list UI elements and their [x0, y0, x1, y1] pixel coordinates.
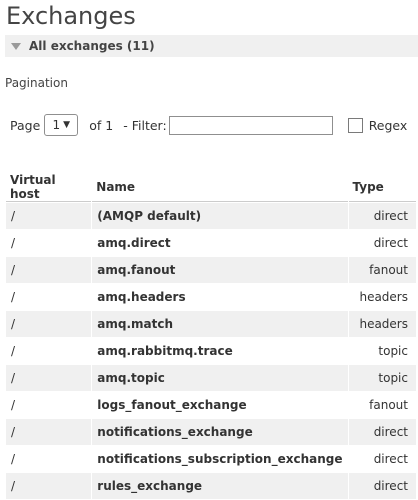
vhost-cell: /	[6, 392, 92, 418]
collapse-arrow-icon	[11, 42, 21, 50]
filter-input[interactable]	[168, 115, 333, 135]
page-count-label: of 1	[89, 117, 114, 133]
type-cell: fanout	[348, 257, 416, 283]
column-header-virtual-host[interactable]: Virtual host	[6, 173, 92, 202]
page-label: Page	[10, 117, 41, 133]
table-row[interactable]: / amq.rabbitmq.trace topic	[6, 338, 416, 364]
exchange-name-link[interactable]: amq.headers	[92, 284, 348, 310]
table-row[interactable]: / logs_fanout_exchange fanout	[6, 392, 416, 418]
table-row[interactable]: / (AMQP default) direct	[6, 203, 416, 229]
table-header-row: Virtual host Name Type	[6, 173, 416, 202]
exchanges-table: Virtual host Name Type / (AMQP default) di…	[5, 172, 417, 500]
page-title: Exchanges	[6, 2, 136, 30]
exchange-name-link[interactable]: (AMQP default)	[92, 203, 348, 229]
page-select[interactable]: 1 ▼	[44, 114, 79, 136]
table-row[interactable]: / amq.topic topic	[6, 365, 416, 391]
vhost-cell: /	[6, 311, 92, 337]
table-row[interactable]: / amq.fanout fanout	[6, 257, 416, 283]
vhost-cell: /	[6, 203, 92, 229]
page-select-value: 1	[52, 118, 61, 132]
table-row[interactable]: / notifications_subscription_exchange dire…	[6, 446, 416, 472]
regex-checkbox[interactable]	[347, 117, 363, 133]
regex-label: Regex	[368, 117, 408, 133]
type-cell: fanout	[348, 392, 416, 418]
column-header-name[interactable]: Name	[92, 173, 348, 202]
pagination-controls: Page 1 ▼ of 1 - Filter: Regex	[10, 113, 407, 137]
vhost-cell: /	[6, 365, 92, 391]
type-cell: headers	[348, 311, 416, 337]
exchange-name-link[interactable]: notifications_subscription_exchange	[92, 446, 348, 472]
table-row[interactable]: / amq.headers headers	[6, 284, 416, 310]
vhost-cell: /	[6, 446, 92, 472]
pagination-heading: Pagination	[5, 76, 68, 90]
all-exchanges-toggle[interactable]: All exchanges (11)	[5, 35, 418, 57]
vhost-cell: /	[6, 257, 92, 283]
exchange-name-link[interactable]: amq.topic	[92, 365, 348, 391]
table-row[interactable]: / rules_exchange direct	[6, 473, 416, 499]
exchange-name-link[interactable]: logs_fanout_exchange	[92, 392, 348, 418]
exchange-name-link[interactable]: amq.direct	[92, 230, 348, 256]
filter-label: - Filter:	[123, 117, 167, 133]
type-cell: headers	[348, 284, 416, 310]
column-header-type[interactable]: Type	[348, 173, 416, 202]
exchange-name-link[interactable]: amq.fanout	[92, 257, 348, 283]
type-cell: topic	[348, 338, 416, 364]
exchange-name-link[interactable]: rules_exchange	[92, 473, 348, 499]
exchange-name-link[interactable]: amq.match	[92, 311, 348, 337]
table-row[interactable]: / notifications_exchange direct	[6, 419, 416, 445]
exchange-name-link[interactable]: amq.rabbitmq.trace	[92, 338, 348, 364]
table-row[interactable]: / amq.match headers	[6, 311, 416, 337]
type-cell: topic	[348, 365, 416, 391]
vhost-cell: /	[6, 284, 92, 310]
vhost-cell: /	[6, 338, 92, 364]
type-cell: direct	[348, 473, 416, 499]
vhost-cell: /	[6, 230, 92, 256]
type-cell: direct	[348, 446, 416, 472]
chevron-down-icon: ▼	[63, 120, 71, 130]
vhost-cell: /	[6, 419, 92, 445]
type-cell: direct	[348, 203, 416, 229]
vhost-cell: /	[6, 473, 92, 499]
type-cell: direct	[348, 419, 416, 445]
exchange-name-link[interactable]: notifications_exchange	[92, 419, 348, 445]
all-exchanges-label: All exchanges (11)	[29, 39, 155, 53]
table-row[interactable]: / amq.direct direct	[6, 230, 416, 256]
type-cell: direct	[348, 230, 416, 256]
